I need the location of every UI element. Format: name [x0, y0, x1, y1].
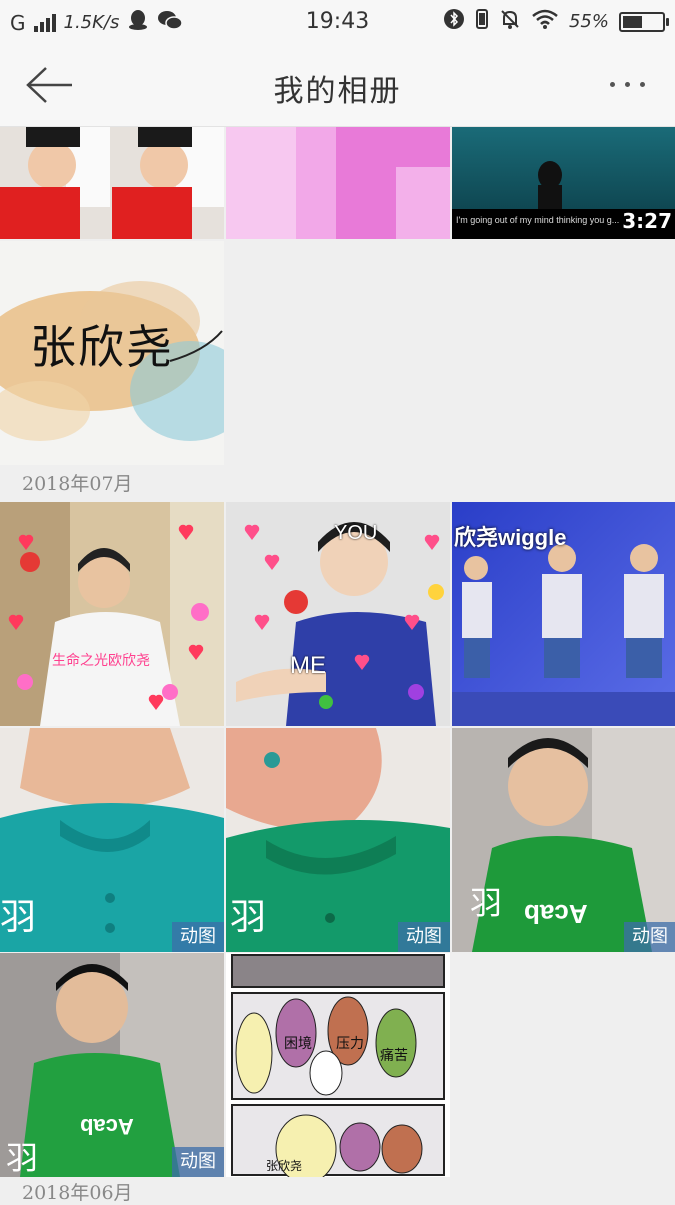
- photo-image: [0, 127, 224, 239]
- video-caption: I'm going out of my mind thinking you g.…: [456, 215, 620, 225]
- me-label: ME: [290, 652, 326, 679]
- shirt-text: Acab: [524, 899, 588, 929]
- shirt-text: Acab: [80, 1114, 134, 1139]
- comic-label: 压力: [336, 1035, 364, 1051]
- video-duration: 3:27: [622, 209, 672, 233]
- comic-name: 张欣尧: [266, 1159, 303, 1173]
- watermark-char: 羽: [230, 896, 267, 937]
- comic-label: 困境: [284, 1035, 312, 1051]
- photo-thumbnail[interactable]: [0, 127, 224, 239]
- section-date: 2018年06月: [22, 1182, 133, 1204]
- heart-meme-caption: 生命之光欧欣尧: [52, 652, 150, 668]
- gif-thumbnail[interactable]: Acab 羽 动图: [452, 728, 675, 952]
- watermark-char: 羽: [6, 1140, 39, 1176]
- photo-thumbnail[interactable]: 欣尧wiggle: [452, 502, 675, 726]
- vibrate-icon: [475, 8, 489, 35]
- gif-badge: 动图: [624, 922, 675, 952]
- gif-badge: 动图: [172, 922, 224, 952]
- wiggle-label: 欣尧wiggle: [454, 525, 567, 550]
- video-thumbnail[interactable]: I'm going out of my mind thinking you g.…: [452, 127, 675, 239]
- calligraphy-text: 张欣尧: [30, 320, 174, 374]
- photo-thumbnail[interactable]: 困境 压力 痛苦 张欣尧: [226, 953, 450, 1177]
- photo-thumbnail[interactable]: YOU ME: [226, 502, 450, 726]
- you-label: YOU: [334, 522, 378, 544]
- mute-icon: [499, 8, 521, 35]
- watermark-char: 羽: [470, 885, 503, 921]
- wifi-icon: [531, 8, 559, 35]
- comic-label: 痛苦: [380, 1047, 408, 1063]
- watermark-char: 羽: [0, 896, 37, 937]
- photo-thumbnail[interactable]: 张欣尧: [0, 241, 224, 465]
- gif-badge: 动图: [172, 1147, 224, 1177]
- battery-icon: [619, 11, 669, 32]
- section-date: 2018年07月: [22, 473, 133, 495]
- gif-thumbnail[interactable]: Acab 羽 动图: [0, 953, 224, 1177]
- photo-image: [0, 502, 224, 726]
- app-header: 我的相册: [0, 44, 675, 127]
- battery-percent: 55%: [568, 11, 609, 32]
- status-bar: G 1.5K/s 19:43 55%: [0, 0, 675, 44]
- photo-image: [226, 953, 450, 1177]
- gif-badge: 动图: [398, 922, 450, 952]
- photo-image: [226, 127, 450, 239]
- more-options-button[interactable]: [610, 82, 645, 87]
- gif-thumbnail[interactable]: 羽 动图: [226, 728, 450, 952]
- photo-thumbnail[interactable]: [226, 127, 450, 239]
- bluetooth-icon: [443, 8, 465, 35]
- photo-thumbnail[interactable]: 生命之光欧欣尧: [0, 502, 224, 726]
- gif-thumbnail[interactable]: 羽 动图: [0, 728, 224, 952]
- page-title: 我的相册: [273, 74, 402, 109]
